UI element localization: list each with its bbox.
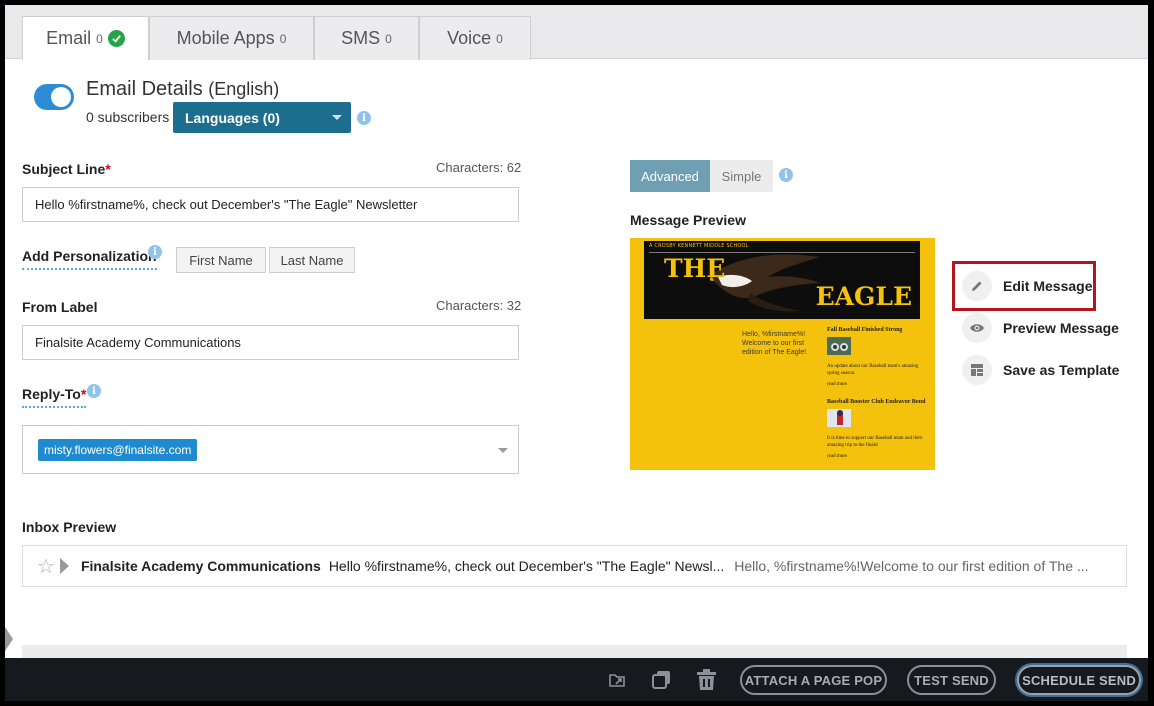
toggle-knob [51,87,71,107]
tab-email[interactable]: Email 0 [22,16,149,60]
newsletter-masthead: A CROSBY KENNETT MIDDLE SCHOOL THE EAGLE [644,241,920,319]
copy-icon[interactable] [652,670,672,690]
folder-link-icon[interactable] [609,673,626,688]
inbox-preview-row: ☆ Finalsite Academy Communications Hello… [22,545,1127,587]
caret-down-icon [498,448,508,453]
template-icon [962,355,992,385]
inbox-preview-label: Inbox Preview [22,519,117,535]
inbox-subject: Hello %firstname%, check out December's … [328,558,725,574]
add-personalization-label[interactable]: Add Personalization [22,248,157,270]
message-preview-thumbnail[interactable]: A CROSBY KENNETT MIDDLE SCHOOL THE EAGLE… [630,238,935,470]
required-mark: * [80,386,87,402]
preview-greeting: Hello, %firstname%! Welcome to our first… [742,331,807,356]
save-as-template-label: Save as Template [1003,362,1120,378]
tab-count: 0 [385,31,392,46]
check-icon [107,30,125,47]
article-title: Fall Baseball Finished Strong [827,327,903,333]
side-expand-handle[interactable] [5,627,13,651]
languages-label: Languages (0) [185,109,280,126]
bottom-action-bar: ATTACH A PAGE POP TEST SEND SCHEDULE SEN… [5,658,1148,701]
from-label-char-count: Characters: 32 [436,298,522,313]
booster-photo [827,409,851,427]
subject-char-count: Characters: 62 [436,160,522,175]
reply-to-select[interactable]: misty.flowers@finalsite.com [22,425,519,474]
info-icon[interactable]: i [148,245,162,259]
tab-mobile-apps[interactable]: Mobile Apps 0 [149,16,314,60]
languages-dropdown[interactable]: Languages (0) [173,102,351,133]
inbox-snippet: Hello, %firstname%!Welcome to our first … [734,558,1089,574]
message-preview-label: Message Preview [630,212,746,228]
tab-count: 0 [496,31,503,46]
masthead-eagle: EAGLE [815,282,912,311]
tab-count: 0 [96,31,103,46]
importance-marker-icon [59,558,69,574]
masthead-the: THE [664,254,726,283]
first-name-button[interactable]: First Name [176,247,266,273]
test-send-button[interactable]: TEST SEND [907,665,996,695]
reply-to-text: Reply-To [22,386,81,402]
from-label-input[interactable]: Finalsite Academy Communications [22,325,519,360]
tab-label: SMS [341,28,381,48]
preview-article: Baseball Booster Club Endeavor Bond It i… [827,398,927,460]
last-name-button[interactable]: Last Name [269,247,355,273]
details-title: Email Details (English) [86,78,279,101]
preview-article: Fall Baseball Finished Strong An update … [827,326,927,388]
email-composer: Email 0 Mobile Apps 0 SMS 0 Voice 0 Emai… [5,5,1148,701]
edit-message-label: Edit Message [1003,278,1093,294]
info-icon[interactable]: i [87,384,101,398]
reply-to-chip[interactable]: misty.flowers@finalsite.com [38,439,198,461]
advanced-mode-button[interactable]: Advanced [630,160,710,192]
edit-message-button[interactable]: Edit Message [962,270,1092,302]
article-text: It is time to support our Baseball team … [827,436,923,448]
email-enabled-toggle[interactable] [34,84,74,110]
baseball-photo [827,337,851,355]
personalization-text: Add Personalization [22,248,157,264]
article-text: An update about our Baseball team's amaz… [827,364,919,376]
info-icon[interactable]: i [779,168,793,182]
caret-down-icon [332,115,342,120]
required-mark: * [105,161,111,177]
details-language: (English) [208,79,280,99]
schedule-send-button[interactable]: SCHEDULE SEND [1017,665,1141,695]
tab-count: 0 [279,31,287,46]
preview-message-label: Preview Message [1003,320,1119,336]
attach-page-pop-button[interactable]: ATTACH A PAGE POP [740,665,887,695]
channel-tabbar: Email 0 Mobile Apps 0 SMS 0 Voice 0 [5,5,1148,60]
inbox-sender: Finalsite Academy Communications [80,558,321,574]
tab-voice[interactable]: Voice 0 [419,16,531,60]
subject-input[interactable]: Hello %firstname%, check out December's … [22,187,519,222]
save-as-template-button[interactable]: Save as Template [962,354,1119,386]
tab-label: Email [46,28,92,48]
simple-mode-button[interactable]: Simple [710,160,773,192]
info-icon[interactable]: i [357,111,371,125]
subscriber-count: 0 subscribers [86,109,170,125]
eye-icon [962,313,992,343]
tab-label: Voice [447,28,492,48]
tab-label: Mobile Apps [176,28,275,48]
tab-sms[interactable]: SMS 0 [314,16,419,60]
subject-label-text: Subject Line [22,161,106,177]
subject-label: Subject Line* [22,161,111,177]
preview-message-button[interactable]: Preview Message [962,312,1119,344]
article-title: Baseball Booster Club Endeavor Bond [827,399,926,405]
star-icon: ☆ [37,555,55,578]
read-more-link: read more [827,454,848,459]
trash-icon[interactable] [697,669,716,690]
details-title-text: Email Details [86,78,203,100]
from-label-label: From Label [22,299,98,315]
read-more-link: read more [827,382,848,387]
pencil-icon [962,271,992,301]
reply-to-label[interactable]: Reply-To* [22,386,87,408]
